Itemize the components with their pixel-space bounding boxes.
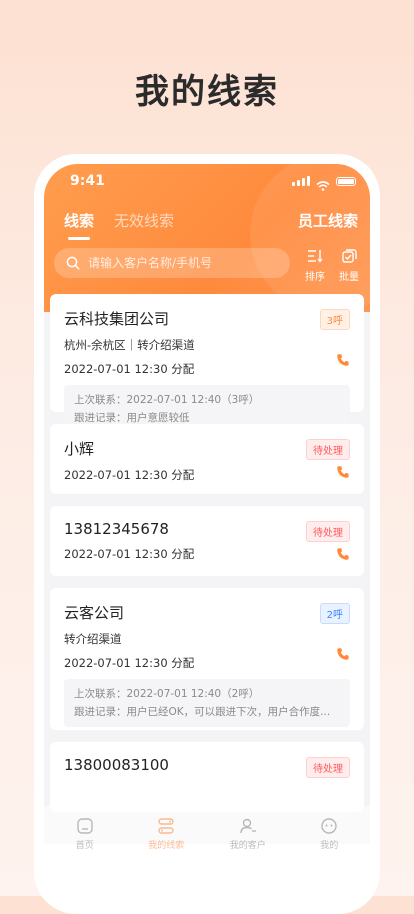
nav-my-customers-label: 我的客户 [229, 841, 266, 851]
nav-my-customers[interactable]: 我的客户 [218, 817, 278, 851]
batch-icon [341, 249, 357, 263]
lead-card[interactable]: 云客公司 2呼 转介绍渠道 2022-07-01 12:30 分配 上次联系：2… [50, 588, 364, 730]
phone-icon[interactable] [336, 352, 350, 371]
lead-assigned-time: 2022-07-01 12:30 分配 [64, 656, 195, 670]
sort-label: 排序 [305, 272, 325, 283]
last-contact: 上次联系：2022-07-01 12:40（3呼） [74, 394, 260, 406]
call-count-badge: 2呼 [319, 603, 350, 624]
promo-title: 我的线索 [135, 72, 279, 112]
search-bar[interactable] [54, 248, 290, 278]
lead-name: 云客公司 [64, 604, 125, 622]
status-bar: 9:41 [44, 164, 370, 198]
lead-tabs: 线索 无效线索 [54, 208, 184, 240]
last-contact: 上次联系：2022-07-01 12:40（2呼） [74, 688, 260, 700]
nav-my-leads-label: 我的线索 [148, 841, 185, 851]
lead-list: 云科技集团公司 3呼 杭州-余杭区｜转介绍渠道 2022-07-01 12:30… [50, 294, 364, 824]
lead-channel: 转介绍渠道 [64, 632, 122, 646]
tab-leads[interactable]: 线索 [54, 208, 104, 240]
sort-icon [308, 250, 323, 263]
status-badge: 待处理 [306, 757, 350, 778]
nav-my-leads[interactable]: 我的线索 [136, 817, 196, 851]
search-input[interactable] [86, 255, 280, 271]
nav-profile[interactable]: 我的 [299, 817, 359, 851]
lead-assigned-time: 2022-07-01 12:30 分配 [64, 468, 195, 482]
call-count-badge: 3呼 [319, 309, 350, 330]
home-icon [77, 818, 93, 834]
signal-icon [292, 176, 310, 186]
status-badge: 待处理 [306, 521, 350, 542]
status-badge: 待处理 [306, 439, 350, 460]
follow-up-note: 上次联系：2022-07-01 12:40（2呼） 跟进记录：用户已经OK，可以… [64, 679, 350, 727]
app-screen: 9:41 线索 无效线索 员工线索 排序 批量 云科技集团公司 3呼 杭州-余杭… [44, 164, 370, 844]
bottom-nav: 首页 我的线索 我的客户 我的 [44, 806, 370, 862]
customer-icon [240, 818, 256, 834]
lead-location: 杭州-余杭区｜转介绍渠道 [64, 338, 195, 352]
lead-card[interactable]: 13812345678 待处理 2022-07-01 12:30 分配 [50, 506, 364, 576]
tab-invalid-leads[interactable]: 无效线索 [104, 208, 184, 233]
search-icon [66, 256, 80, 270]
lead-name: 云科技集团公司 [64, 310, 170, 328]
follow-up-record: 跟进记录：用户已经OK，可以跟进下次，用户合作度... [74, 706, 331, 718]
nav-home[interactable]: 首页 [55, 817, 115, 851]
leads-icon [158, 818, 174, 834]
battery-icon [336, 176, 356, 186]
lead-assigned-time: 2022-07-01 12:30 分配 [64, 547, 195, 561]
nav-profile-label: 我的 [320, 841, 339, 851]
batch-button[interactable]: 批量 [334, 248, 364, 283]
lead-card[interactable]: 13800083100 待处理 [50, 742, 364, 812]
wifi-icon [316, 176, 330, 191]
lead-card[interactable]: 云科技集团公司 3呼 杭州-余杭区｜转介绍渠道 2022-07-01 12:30… [50, 294, 364, 433]
lead-assigned-time: 2022-07-01 12:30 分配 [64, 362, 195, 376]
sort-button[interactable]: 排序 [300, 248, 330, 283]
phone-icon[interactable] [336, 464, 350, 483]
lead-card[interactable]: 小辉 待处理 2022-07-01 12:30 分配 [50, 424, 364, 494]
staff-leads-link[interactable]: 员工线索 [298, 210, 358, 231]
phone-icon[interactable] [336, 546, 350, 565]
batch-label: 批量 [339, 272, 359, 283]
phone-icon[interactable] [336, 646, 350, 665]
profile-icon [321, 818, 337, 834]
status-time: 9:41 [70, 173, 105, 189]
nav-home-label: 首页 [75, 841, 94, 851]
